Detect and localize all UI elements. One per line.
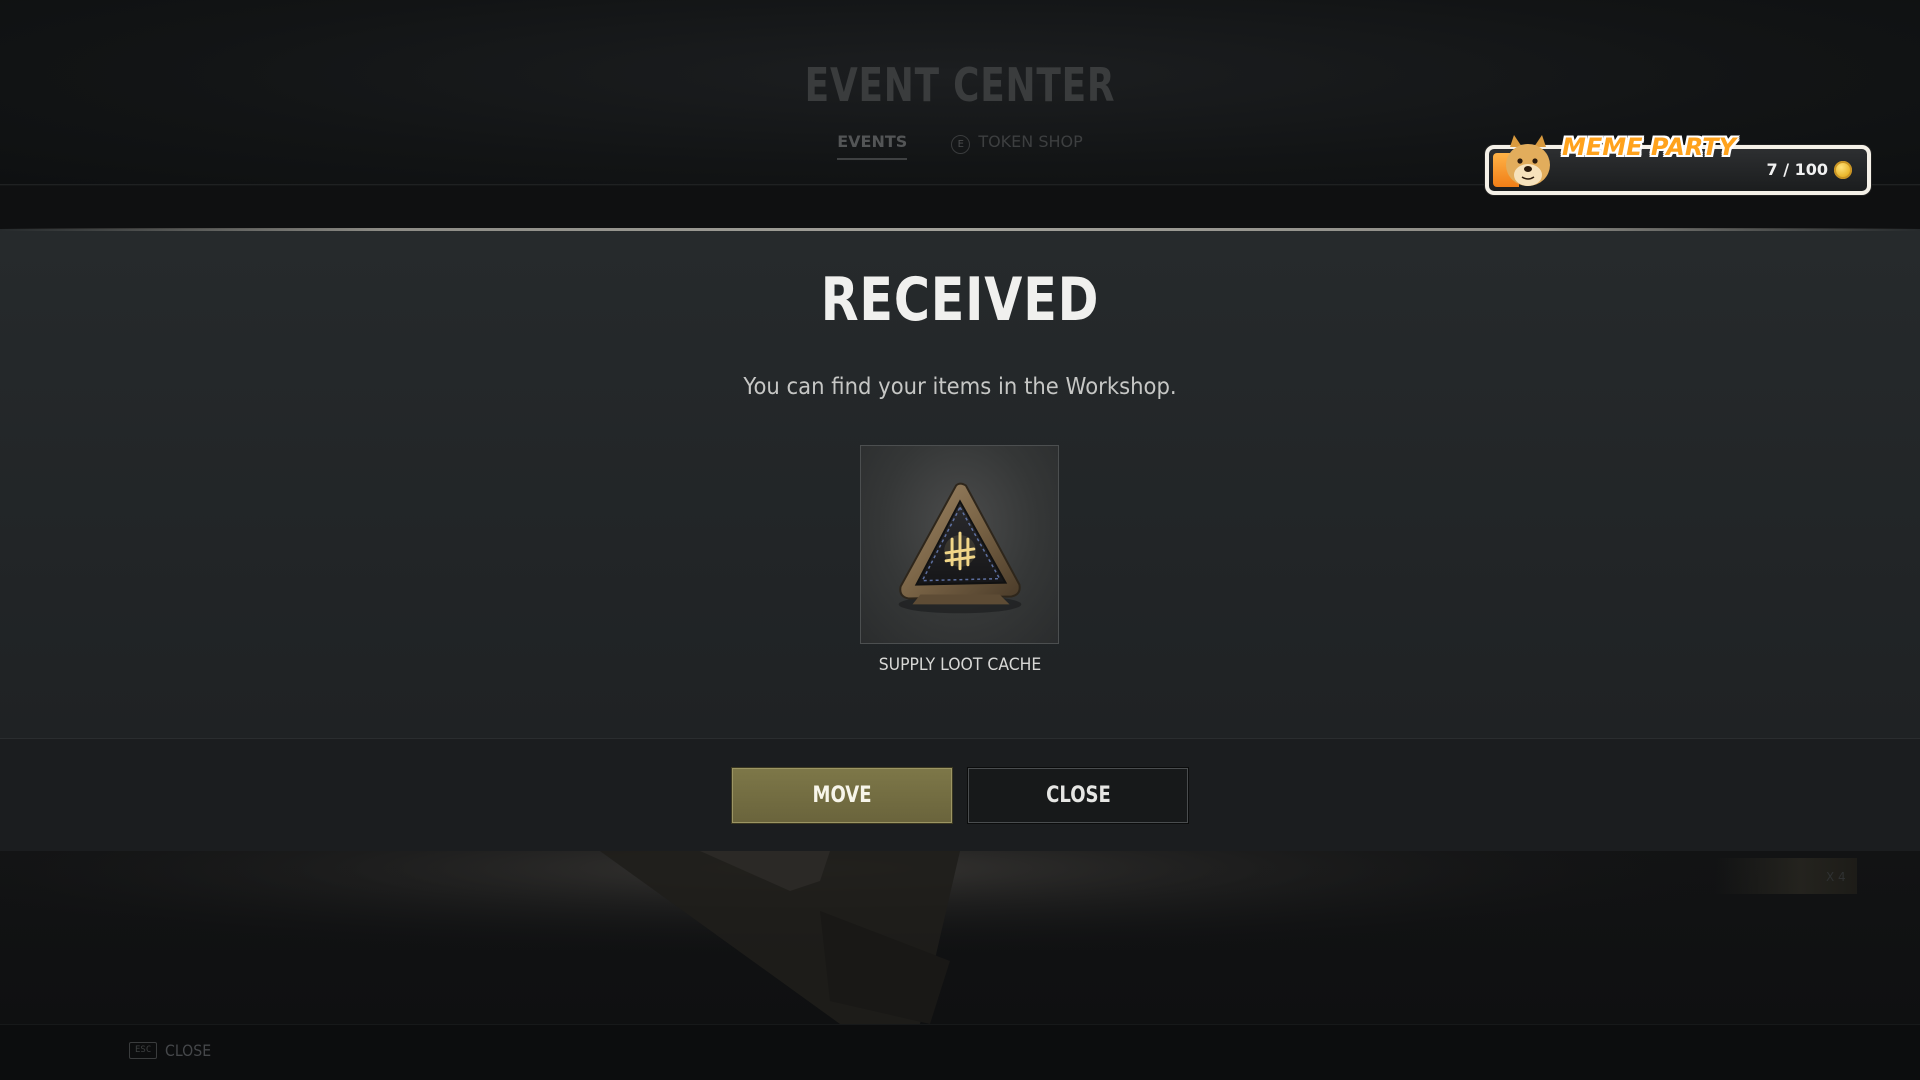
footer-close-hint[interactable]: ESC CLOSE <box>129 1041 218 1060</box>
move-button[interactable]: MOVE <box>732 768 952 823</box>
meme-party-progress-text: 7 / 100 <box>1766 160 1828 179</box>
tab-token-shop-label: TOKEN SHOP <box>978 132 1083 151</box>
page-title: EVENT CENTER <box>804 58 1116 112</box>
close-button[interactable]: CLOSE <box>968 768 1188 823</box>
dialog-message: You can find your items in the Workshop. <box>743 374 1177 400</box>
supply-loot-cache-icon <box>898 482 1022 614</box>
close-button-label: CLOSE <box>1045 783 1111 808</box>
esc-key-icon: ESC <box>129 1042 158 1059</box>
move-button-label: MOVE <box>812 783 872 808</box>
coin-icon <box>1834 161 1852 179</box>
dialog-title: RECEIVED <box>820 265 1100 335</box>
tab-events[interactable]: EVENTS <box>837 132 908 160</box>
tab-events-label: EVENTS <box>837 132 908 151</box>
doge-icon <box>1500 133 1556 191</box>
background-item-count: X 4 <box>1826 870 1846 884</box>
dialog-top-border <box>0 228 1920 231</box>
background-lower-area <box>0 851 1920 1024</box>
footer-bar <box>0 1024 1920 1080</box>
tab-token-shop[interactable]: E TOKEN SHOP <box>951 132 1083 160</box>
footer-close-label: CLOSE <box>165 1041 212 1060</box>
dialog-button-bar <box>0 738 1920 852</box>
item-name: SUPPLY LOOT CACHE <box>878 655 1042 675</box>
key-hint-icon: E <box>951 135 971 154</box>
meme-party-title: MEME PARTY <box>1562 133 1737 161</box>
item-tile[interactable] <box>860 445 1059 644</box>
event-center-screen: EVENT CENTER EVENTS E TOKEN SHOP MEME PAR… <box>0 0 1920 1080</box>
